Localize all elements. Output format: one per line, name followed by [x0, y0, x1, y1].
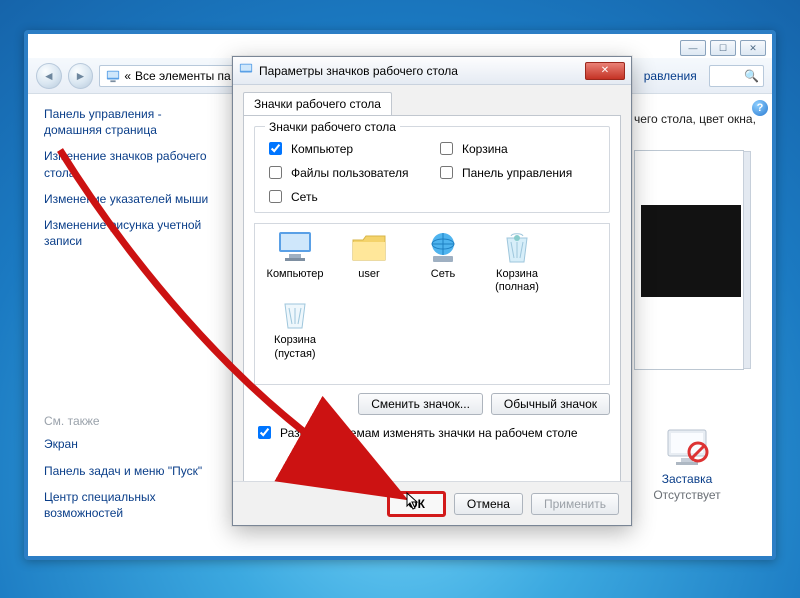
- dialog-footer: ОК Отмена Применить: [233, 481, 631, 525]
- checkbox-computer-input[interactable]: [269, 142, 282, 155]
- icon-user-folder[interactable]: user: [335, 230, 403, 294]
- dialog-close-button[interactable]: ✕: [585, 62, 625, 80]
- checkbox-control-panel[interactable]: Панель управления: [436, 163, 599, 182]
- theme-preview: [634, 150, 744, 370]
- icon-computer[interactable]: Компьютер: [261, 230, 329, 294]
- screensaver-icon: [664, 428, 710, 468]
- ok-button[interactable]: ОК: [387, 491, 446, 517]
- search-icon: 🔍: [744, 69, 759, 83]
- control-panel-icon: [106, 69, 120, 83]
- sidebar-link-desktop-icons[interactable]: Изменение значков рабочего стола: [44, 148, 222, 180]
- change-icon-button[interactable]: Сменить значок...: [358, 393, 483, 415]
- apply-button[interactable]: Применить: [531, 493, 619, 515]
- screensaver-caption: Заставка: [642, 472, 732, 486]
- checkbox-userfiles-input[interactable]: [269, 166, 282, 179]
- see-also-taskbar[interactable]: Панель задач и меню "Пуск": [44, 463, 222, 479]
- nav-forward-button[interactable]: ►: [68, 63, 94, 89]
- desktop-icons-group: Значки рабочего стола Компьютер Корзина …: [254, 126, 610, 213]
- checkbox-recycle-bin[interactable]: Корзина: [436, 139, 599, 158]
- icon-list[interactable]: Компьютер user Сеть Корзина (полная) Кор…: [254, 223, 610, 385]
- checkbox-network[interactable]: Сеть: [265, 187, 428, 206]
- nav-back-button[interactable]: ◄: [36, 63, 62, 89]
- icon-recycle-empty[interactable]: Корзина (пустая): [261, 296, 329, 360]
- sidebar: Панель управления - домашняя страница Из…: [28, 94, 234, 556]
- see-also-label: См. также: [44, 414, 222, 428]
- checkbox-network-input[interactable]: [269, 190, 282, 203]
- sidebar-home[interactable]: Панель управления - домашняя страница: [44, 106, 222, 138]
- icon-recycle-full[interactable]: Корзина (полная): [483, 230, 551, 294]
- breadcrumb-visible: Все элементы па: [135, 69, 231, 83]
- screensaver-tile[interactable]: Заставка Отсутствует: [642, 428, 732, 502]
- search-box[interactable]: 🔍: [709, 65, 764, 87]
- breadcrumb-lead: «: [124, 69, 131, 83]
- breadcrumb-overflow: равления: [644, 69, 697, 83]
- see-also-accessibility[interactable]: Центр специальных возможностей: [44, 489, 222, 521]
- close-button[interactable]: ✕: [740, 40, 766, 56]
- default-icon-button[interactable]: Обычный значок: [491, 393, 610, 415]
- allow-themes-checkbox[interactable]: Разрешить темам изменять значки на рабоч…: [254, 423, 610, 442]
- see-also-display[interactable]: Экран: [44, 436, 222, 452]
- heading-partial: чего стола, цвет окна,: [634, 112, 756, 126]
- checkbox-recycle-input[interactable]: [440, 142, 453, 155]
- screensaver-status: Отсутствует: [642, 488, 732, 502]
- breadcrumb[interactable]: « Все элементы па: [99, 65, 237, 87]
- sidebar-link-account-picture[interactable]: Изменение рисунка учетной записи: [44, 217, 222, 249]
- minimize-button[interactable]: —: [680, 40, 706, 56]
- dialog-icon: [239, 62, 253, 79]
- sidebar-link-mouse-pointers[interactable]: Изменение указателей мыши: [44, 191, 222, 207]
- tab-desktop-icons[interactable]: Значки рабочего стола: [243, 92, 392, 116]
- cancel-button[interactable]: Отмена: [454, 493, 523, 515]
- checkbox-user-files[interactable]: Файлы пользователя: [265, 163, 428, 182]
- group-legend: Значки рабочего стола: [265, 120, 400, 134]
- dialog-title: Параметры значков рабочего стола: [259, 64, 458, 78]
- allow-themes-input[interactable]: [258, 426, 271, 439]
- preview-scrollbar[interactable]: [743, 151, 751, 369]
- checkbox-computer[interactable]: Компьютер: [265, 139, 428, 158]
- maximize-button[interactable]: ☐: [710, 40, 736, 56]
- dialog-page: Значки рабочего стола Компьютер Корзина …: [243, 115, 621, 493]
- window-controls: — ☐ ✕: [680, 40, 766, 56]
- desktop-icons-dialog: Параметры значков рабочего стола ✕ Значк…: [232, 56, 632, 526]
- dialog-titlebar[interactable]: Параметры значков рабочего стола ✕: [233, 57, 631, 85]
- icon-network[interactable]: Сеть: [409, 230, 477, 294]
- checkbox-cpanel-input[interactable]: [440, 166, 453, 179]
